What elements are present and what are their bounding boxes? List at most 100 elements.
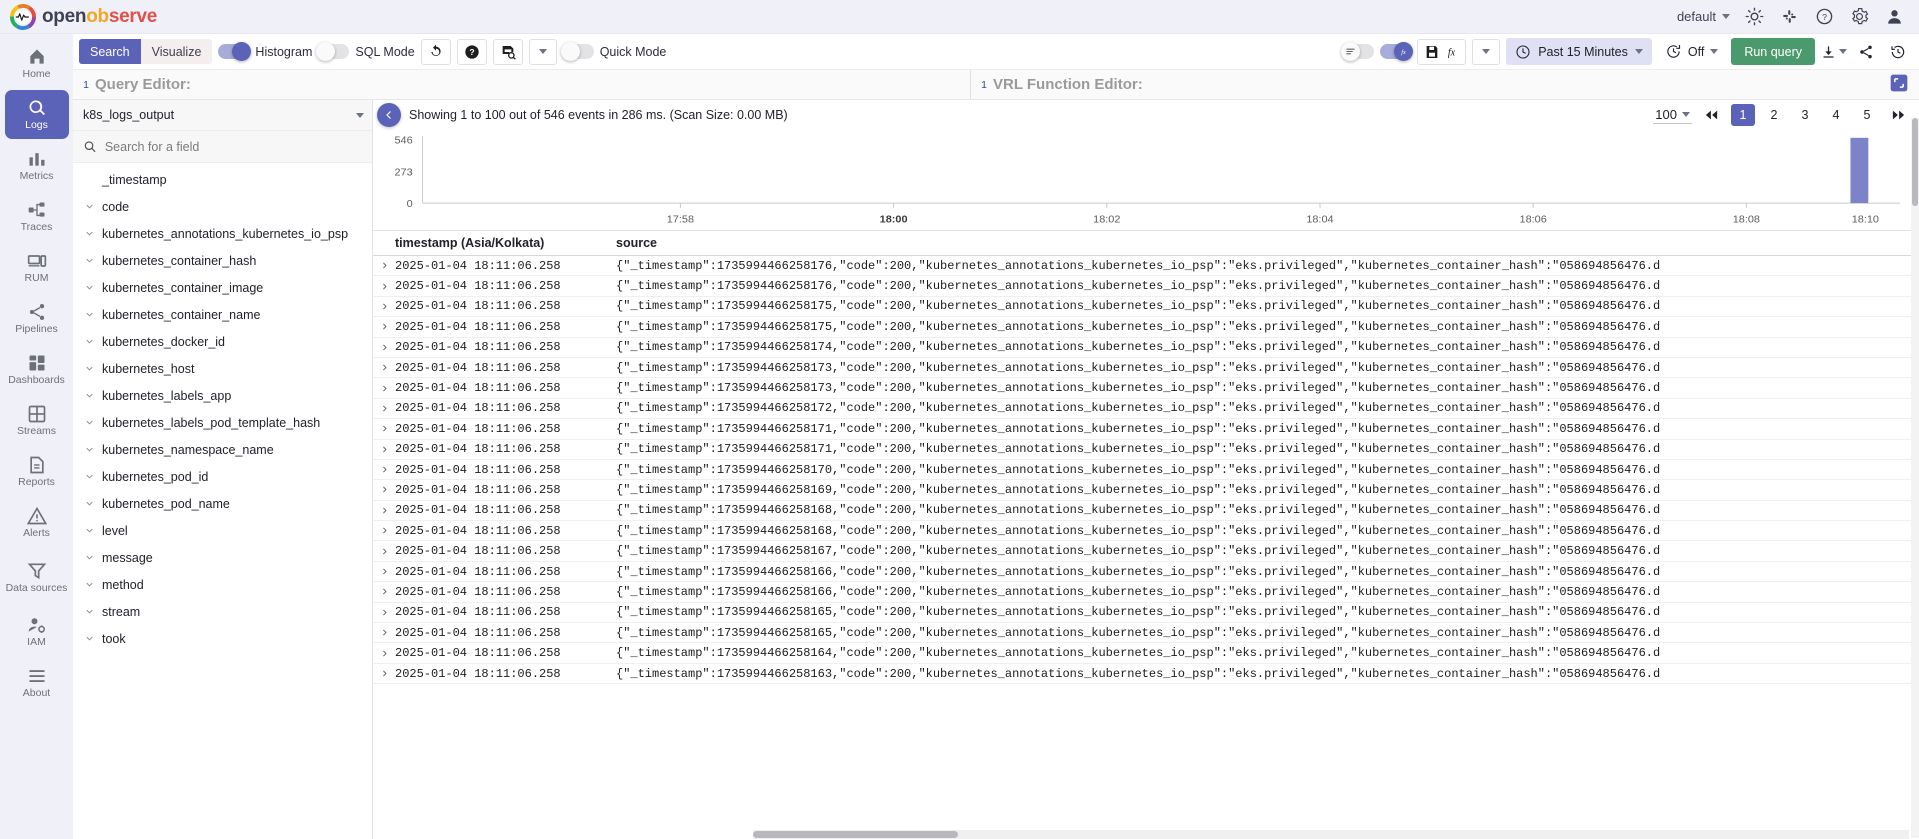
tab-visualize[interactable]: Visualize [140,39,213,64]
field-item-level[interactable]: level [73,517,372,544]
vrl-function-toggle[interactable]: fx [1380,42,1414,61]
app-logo[interactable]: open ob serve [10,3,157,30]
sql-mode-toggle[interactable] [316,42,350,61]
chevron-down-icon[interactable] [83,282,95,293]
stream-selector[interactable]: k8s_logs_output [73,100,372,131]
table-row[interactable]: 2025-01-04 18:11:06.258 {"_timestamp":17… [373,521,1919,542]
search-input[interactable] [104,139,362,154]
table-row[interactable]: 2025-01-04 18:11:06.258 {"_timestamp":17… [373,338,1919,358]
save-function-button[interactable]: fx [1417,38,1467,65]
expand-row-icon[interactable] [373,424,395,433]
quick-mode-toggle[interactable] [560,42,594,61]
table-row[interactable]: 2025-01-04 18:11:06.258 {"_timestamp":17… [373,582,1919,603]
field-item-kubernetes_host[interactable]: kubernetes_host [73,355,372,382]
chevron-down-icon[interactable] [83,525,95,536]
sidebar-item-pipelines[interactable]: Pipelines [5,294,69,343]
tab-search[interactable]: Search [79,39,141,64]
expand-row-icon[interactable] [373,526,395,535]
field-item-stream[interactable]: stream [73,598,372,625]
expand-row-icon[interactable] [373,261,395,270]
sidebar-item-logs[interactable]: Logs [4,90,69,139]
expand-row-icon[interactable] [373,302,395,311]
vertical-scrollbar[interactable] [1911,118,1919,838]
expand-row-icon[interactable] [373,465,395,474]
expand-icon[interactable] [1889,73,1909,93]
page-size-selector[interactable]: 100 [1653,107,1692,124]
table-row[interactable]: 2025-01-04 18:11:06.258 {"_timestamp":17… [373,501,1919,522]
chevron-down-icon[interactable] [83,498,95,509]
download-button[interactable] [1821,39,1847,65]
table-row[interactable]: 2025-01-04 18:11:06.258 {"_timestamp":17… [373,460,1919,481]
table-row[interactable]: 2025-01-04 18:11:06.258 {"_timestamp":17… [373,276,1919,297]
table-row[interactable]: 2025-01-04 18:11:06.258 {"_timestamp":17… [373,562,1919,583]
expand-row-icon[interactable] [373,628,395,637]
vrl-function-editor[interactable]: 1 VRL Function Editor: [971,70,1919,99]
field-item-kubernetes_container_hash[interactable]: kubernetes_container_hash [73,247,372,274]
chevron-down-icon[interactable] [83,417,95,428]
field-item-kubernetes_annotations_kubernetes_io_psp[interactable]: kubernetes_annotations_kubernetes_io_psp [73,220,372,247]
field-item-_timestamp[interactable]: _timestamp [73,166,372,193]
field-item-code[interactable]: code [73,193,372,220]
table-row[interactable]: 2025-01-04 18:11:06.258 {"_timestamp":17… [373,643,1919,664]
auto-refresh-picker[interactable]: Off [1658,38,1725,65]
page-button-4[interactable]: 4 [1824,104,1848,126]
save-function-dropdown[interactable] [1472,38,1501,65]
scrollbar-thumb[interactable] [753,831,958,838]
horizontal-scrollbar[interactable] [753,830,1909,839]
chevron-down-icon[interactable] [83,390,95,401]
field-item-kubernetes_container_image[interactable]: kubernetes_container_image [73,274,372,301]
field-item-kubernetes_container_name[interactable]: kubernetes_container_name [73,301,372,328]
chevron-down-icon[interactable] [83,552,95,563]
expand-row-icon[interactable] [373,608,395,617]
chevron-down-icon[interactable] [83,444,95,455]
share-button[interactable] [1853,39,1879,65]
sidebar-item-dashboards[interactable]: Dashboards [5,345,69,394]
sidebar-item-about[interactable]: About [5,658,69,707]
scrollbar-thumb[interactable] [1912,118,1918,206]
chevron-down-icon[interactable] [83,336,95,347]
sun-icon[interactable] [1744,6,1765,27]
expand-row-icon[interactable] [373,282,395,291]
chevron-down-icon[interactable] [83,363,95,374]
expand-row-icon[interactable] [373,322,395,331]
expand-row-icon[interactable] [373,485,395,494]
page-button-2[interactable]: 2 [1762,104,1786,126]
field-item-took[interactable]: took [73,625,372,652]
histogram-chart[interactable]: 546 273 0 17:58 18:00 18:02 18:04 18:06 … [373,130,1919,230]
histogram-bar[interactable] [1850,137,1869,204]
column-header-timestamp[interactable]: timestamp (Asia/Kolkata) [373,236,616,250]
table-row[interactable]: 2025-01-04 18:11:06.258 {"_timestamp":17… [373,399,1919,420]
sidebar-item-traces[interactable]: Traces [5,192,69,241]
chevron-down-icon[interactable] [83,606,95,617]
field-item-message[interactable]: message [73,544,372,571]
page-button-5[interactable]: 5 [1855,104,1879,126]
saved-views-dropdown[interactable] [528,38,557,65]
expand-row-icon[interactable] [373,384,395,393]
expand-row-icon[interactable] [373,363,395,372]
column-header-source[interactable]: source [616,236,1919,250]
refresh-button[interactable] [420,38,451,65]
expand-row-icon[interactable] [373,547,395,556]
help-circle-icon[interactable]: ? [1814,6,1835,27]
sidebar-item-data-sources[interactable]: Data sources [5,549,69,605]
time-range-picker[interactable]: Past 15 Minutes [1506,38,1652,65]
table-row[interactable]: 2025-01-04 18:11:06.258 {"_timestamp":17… [373,603,1919,624]
table-row[interactable]: 2025-01-04 18:11:06.258 {"_timestamp":17… [373,378,1919,399]
expand-row-icon[interactable] [373,506,395,515]
page-button-1[interactable]: 1 [1731,104,1755,126]
table-row[interactable]: 2025-01-04 18:11:06.258 {"_timestamp":17… [373,480,1919,501]
query-editor[interactable]: 1 Query Editor: [73,70,971,99]
saved-views-button[interactable] [492,38,523,65]
expand-row-icon[interactable] [373,445,395,454]
field-item-method[interactable]: method [73,571,372,598]
sidebar-item-rum[interactable]: RUM [5,243,69,292]
chevron-down-icon[interactable] [83,255,95,266]
gear-icon[interactable] [1849,6,1870,27]
sidebar-item-alerts[interactable]: Alerts [5,498,69,547]
chevron-down-icon[interactable] [83,309,95,320]
table-row[interactable]: 2025-01-04 18:11:06.258 {"_timestamp":17… [373,440,1919,460]
user-avatar-icon[interactable] [1884,6,1905,27]
sidebar-item-home[interactable]: Home [5,39,69,88]
wrap-lines-toggle[interactable] [1341,42,1375,61]
sidebar-item-metrics[interactable]: Metrics [5,141,69,190]
